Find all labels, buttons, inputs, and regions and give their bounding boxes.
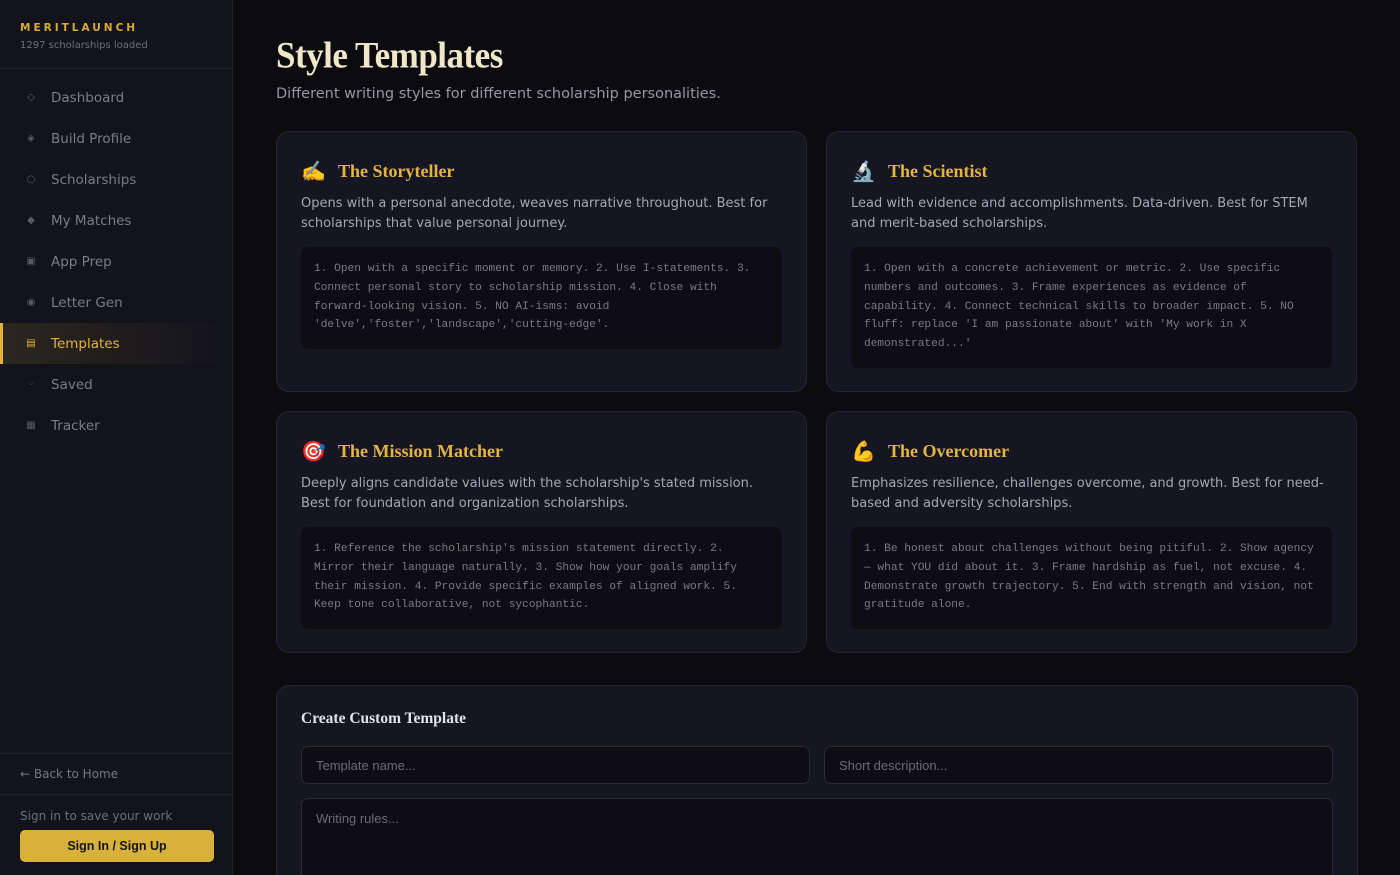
signin-prompt: Sign in to save your work <box>20 809 173 823</box>
sidebar-item-templates[interactable]: ▤ Templates <box>0 323 232 364</box>
sidebar-item-label: Build Profile <box>51 130 132 147</box>
template-card-mission-matcher[interactable]: 🎯 The Mission Matcher Deeply aligns cand… <box>276 411 807 653</box>
template-card-scientist[interactable]: 🔬 The Scientist Lead with evidence and a… <box>826 131 1357 392</box>
writing-hand-icon: ✍️ <box>301 159 326 183</box>
square-dot-icon: ▣ <box>26 256 36 267</box>
sidebar-item-label: Tracker <box>51 417 100 434</box>
brand-name[interactable]: MERITLAUNCH <box>20 22 212 34</box>
grid-square-icon: ▦ <box>26 420 36 431</box>
card-rules: 1. Open with a specific moment or memory… <box>301 247 782 350</box>
app-root: MERITLAUNCH 1297 scholarships loaded ◇ D… <box>0 0 1400 875</box>
card-description: Emphasizes resilience, challenges overco… <box>851 476 1324 511</box>
small-dot-icon: ◦ <box>28 379 34 390</box>
target-icon: 🎯 <box>301 439 326 463</box>
sidebar-nav: ◇ Dashboard ◈ Build Profile ○ Scholarshi… <box>0 69 232 446</box>
card-description: Opens with a personal anecdote, weaves n… <box>301 196 768 231</box>
sidebar-item-my-matches[interactable]: ◆ My Matches <box>0 200 232 241</box>
sidebar-item-label: Templates <box>51 335 120 352</box>
template-icon: ▤ <box>26 338 36 349</box>
sidebar-item-dashboard[interactable]: ◇ Dashboard <box>0 77 232 118</box>
flexed-biceps-icon: 💪 <box>851 439 876 463</box>
card-header: 🎯 The Mission Matcher <box>301 436 782 466</box>
custom-template-inputs <box>301 746 1333 784</box>
scholarship-count: 1297 scholarships loaded <box>20 40 148 51</box>
template-card-overcomer[interactable]: 💪 The Overcomer Emphasizes resilience, c… <box>826 411 1357 653</box>
sidebar-item-letter-gen[interactable]: ◉ Letter Gen <box>0 282 232 323</box>
card-title: The Mission Matcher <box>338 440 503 461</box>
custom-template-panel: Create Custom Template <box>276 685 1358 875</box>
template-grid: ✍️ The Storyteller Opens with a personal… <box>276 131 1358 653</box>
sidebar-footer: ← Back to Home Sign in to save your work… <box>0 753 232 875</box>
main-content: Style Templates Different writing styles… <box>233 0 1400 875</box>
writing-rules-textarea[interactable] <box>301 798 1333 875</box>
sidebar-item-build-profile[interactable]: ◈ Build Profile <box>0 118 232 159</box>
diamond-dot-icon: ◈ <box>27 133 35 144</box>
card-rules: 1. Be honest about challenges without be… <box>851 527 1332 630</box>
microscope-icon: 🔬 <box>851 159 876 183</box>
card-header: 💪 The Overcomer <box>851 436 1332 466</box>
card-rules: 1. Reference the scholarship's mission s… <box>301 527 782 630</box>
sidebar-item-label: Letter Gen <box>51 294 123 311</box>
page-subtitle: Different writing styles for different s… <box>276 86 721 102</box>
diamond-filled-icon: ◆ <box>27 215 35 226</box>
sidebar-item-saved[interactable]: ◦ Saved <box>0 364 232 405</box>
sidebar-item-app-prep[interactable]: ▣ App Prep <box>0 241 232 282</box>
signin-panel: Sign in to save your work Sign In / Sign… <box>0 794 232 875</box>
circle-dot-icon: ◉ <box>26 297 36 308</box>
card-header: 🔬 The Scientist <box>851 156 1332 186</box>
card-title: The Overcomer <box>888 440 1010 461</box>
sidebar-item-label: Scholarships <box>51 171 137 188</box>
card-header: ✍️ The Storyteller <box>301 156 782 186</box>
signin-button[interactable]: Sign In / Sign Up <box>20 830 214 862</box>
custom-template-title: Create Custom Template <box>301 710 467 727</box>
diamond-outline-icon: ◇ <box>27 92 35 103</box>
sidebar-item-label: Dashboard <box>51 89 125 106</box>
card-description: Deeply aligns candidate values with the … <box>301 476 754 511</box>
template-card-storyteller[interactable]: ✍️ The Storyteller Opens with a personal… <box>276 131 807 392</box>
card-title: The Scientist <box>888 160 988 181</box>
sidebar-item-label: Saved <box>51 376 93 393</box>
sidebar-item-label: My Matches <box>51 212 132 229</box>
brand: MERITLAUNCH 1297 scholarships loaded <box>0 0 232 69</box>
template-name-input[interactable] <box>301 746 810 784</box>
sidebar-item-label: App Prep <box>51 253 112 270</box>
sidebar: MERITLAUNCH 1297 scholarships loaded ◇ D… <box>0 0 233 875</box>
page-title: Style Templates <box>276 35 503 76</box>
sidebar-item-tracker[interactable]: ▦ Tracker <box>0 405 232 446</box>
circle-outline-icon: ○ <box>26 174 36 185</box>
template-description-input[interactable] <box>824 746 1333 784</box>
card-title: The Storyteller <box>338 160 455 181</box>
back-home-link[interactable]: ← Back to Home <box>0 753 232 794</box>
card-rules: 1. Open with a concrete achievement or m… <box>851 247 1332 368</box>
card-description: Lead with evidence and accomplishments. … <box>851 196 1308 231</box>
sidebar-item-scholarships[interactable]: ○ Scholarships <box>0 159 232 200</box>
